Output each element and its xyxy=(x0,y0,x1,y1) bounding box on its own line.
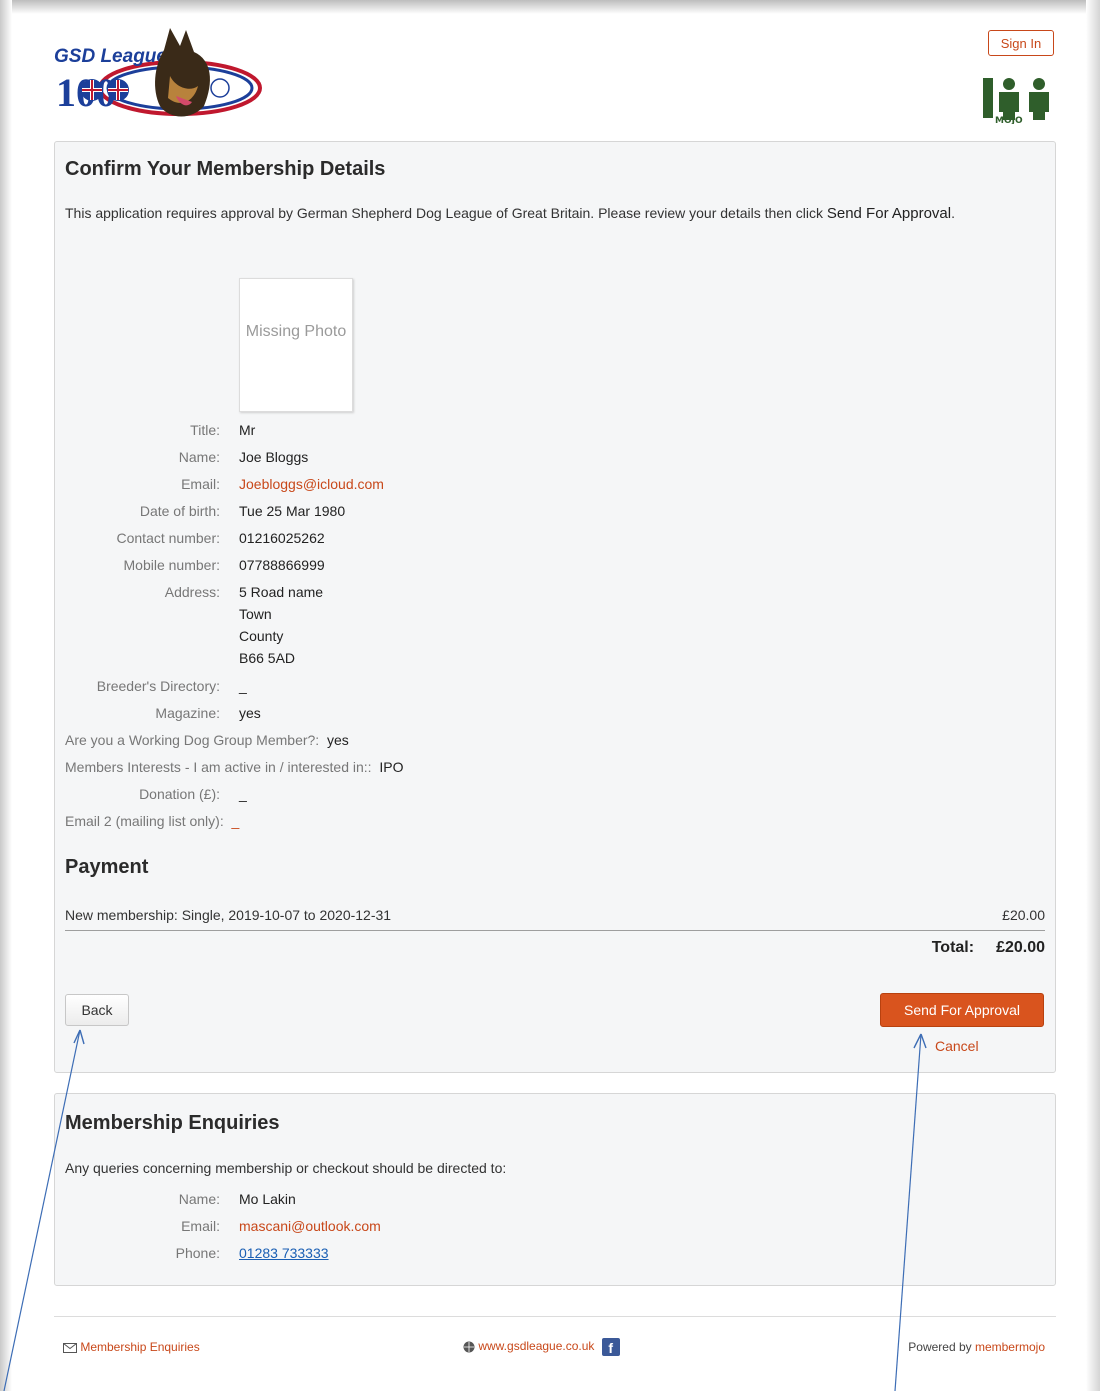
footer-powered-by: Powered by membermojo xyxy=(908,1340,1045,1354)
svg-text:MOJO: MOJO xyxy=(995,116,1023,124)
missing-photo-placeholder: Missing Photo xyxy=(239,278,353,412)
payment-line-amount: £20.00 xyxy=(1002,907,1045,923)
enquiries-email-link[interactable]: mascani@outlook.com xyxy=(239,1218,381,1234)
window-edge-right xyxy=(1086,0,1100,1391)
enquiries-phone-label: Phone: xyxy=(175,1245,220,1261)
send-for-approval-button[interactable]: Send For Approval xyxy=(880,993,1044,1027)
email-link[interactable]: Joebloggs@icloud.com xyxy=(239,475,384,493)
payment-line-item: New membership: Single, 2019-10-07 to 20… xyxy=(65,907,392,923)
gsd-league-logo: GSD League 100 xyxy=(52,26,262,122)
logo-text: GSD League xyxy=(54,46,167,67)
membership-enquiries-panel: Membership Enquiries Any queries concern… xyxy=(54,1093,1056,1286)
cancel-link[interactable]: Cancel xyxy=(935,1038,979,1054)
enquiries-email-label: Email: xyxy=(181,1218,220,1234)
payment-divider xyxy=(65,930,1045,931)
back-button[interactable]: Back xyxy=(65,994,129,1026)
sign-in-button[interactable]: Sign In xyxy=(988,30,1054,56)
enquiries-name: Mo Lakin xyxy=(239,1191,296,1207)
page-title: Confirm Your Membership Details xyxy=(65,158,386,180)
intro-emphasis: Send For Approval xyxy=(826,205,952,222)
facebook-icon[interactable]: f xyxy=(601,1338,620,1356)
window-edge-top xyxy=(0,0,1100,14)
globe-icon xyxy=(463,1341,475,1353)
payment-total: Total: £20.00 xyxy=(931,939,1045,956)
payment-heading: Payment xyxy=(65,856,149,878)
enquiries-text: Any queries concerning membership or che… xyxy=(65,1160,507,1176)
envelope-icon xyxy=(63,1342,77,1353)
total-amount: £20.00 xyxy=(996,939,1045,956)
membermojo-link[interactable]: membermojo xyxy=(975,1340,1045,1354)
intro-text: This application requires approval by Ge… xyxy=(65,205,955,222)
footer-enquiries-link[interactable]: Membership Enquiries xyxy=(63,1340,200,1354)
confirm-details-panel: Confirm Your Membership Details This app… xyxy=(54,141,1056,1073)
enquiries-name-label: Name: xyxy=(178,1191,220,1207)
membermojo-logo: MOJO xyxy=(981,72,1057,126)
footer-website-link[interactable]: www.gsdleague.co.uk f xyxy=(463,1338,620,1356)
enquiries-phone-link[interactable]: 01283 733333 xyxy=(239,1245,329,1261)
window-edge-left xyxy=(0,0,12,1391)
enquiries-heading: Membership Enquiries xyxy=(65,1112,280,1134)
footer-divider xyxy=(54,1316,1056,1317)
